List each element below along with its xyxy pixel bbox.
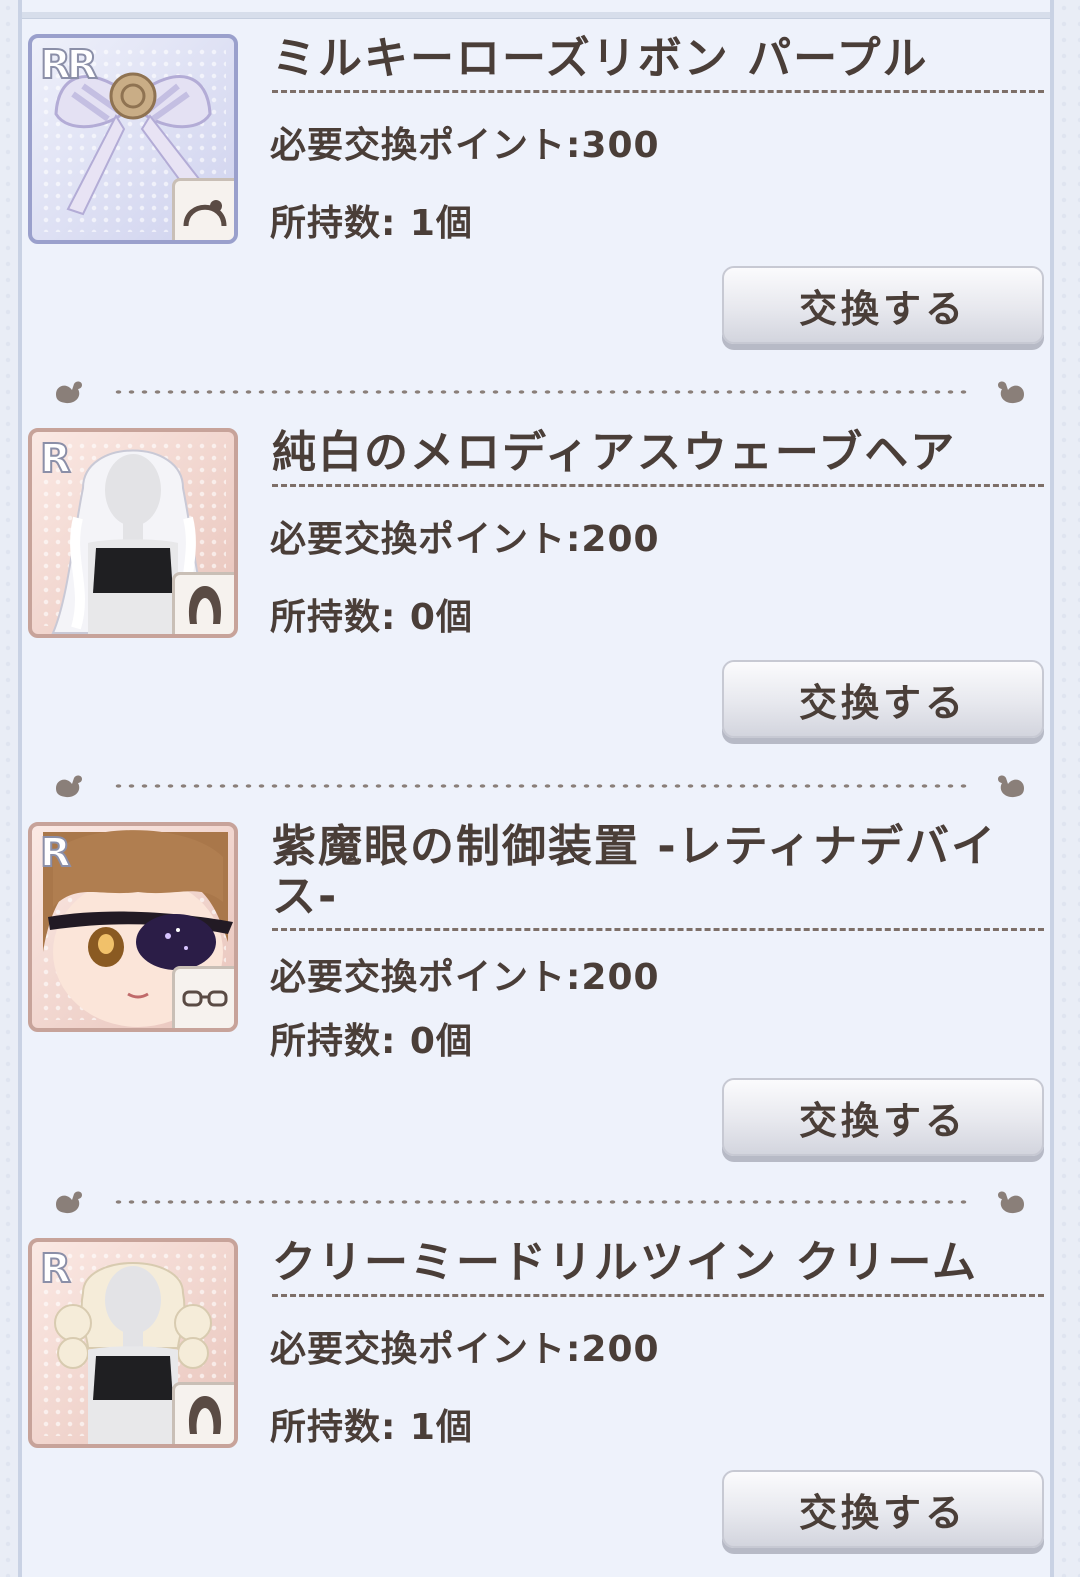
owned-count: 所持数: 0個	[270, 597, 473, 638]
exchange-list-panel: RR ミルキーローズリボン パープル 必要交換ポイント:300 所持数: 1個 …	[18, 0, 1054, 1577]
item-name: 純白のメロディアスウェーブヘア	[272, 428, 1044, 487]
required-points: 必要交換ポイント:200	[270, 1329, 660, 1370]
item-thumbnail[interactable]: RR	[28, 34, 238, 244]
item-thumbnail[interactable]: R	[28, 822, 238, 1032]
hair-icon	[172, 1382, 234, 1444]
item-name: クリーミードリルツイン クリーム	[272, 1238, 1044, 1297]
exchange-button[interactable]: 交換する	[722, 1470, 1044, 1548]
exchange-item: R クリーミードリルツイン クリーム 必要交換ポイント:200 所持数: 1個 …	[22, 1238, 1050, 1568]
owned-count: 所持数: 0個	[270, 1021, 473, 1062]
owned-count: 所持数: 1個	[270, 203, 473, 244]
item-divider	[52, 770, 1028, 800]
exchange-button[interactable]: 交換する	[722, 1078, 1044, 1156]
glasses-icon	[172, 966, 234, 1028]
item-thumbnail[interactable]: R	[28, 1238, 238, 1448]
rarity-badge: R	[39, 829, 72, 877]
duck-icon	[998, 381, 1024, 404]
duck-icon	[56, 1191, 82, 1214]
exchange-item: R 純白のメロディアスウェーブヘア 必要交換ポイント:200 所持数: 0個 交…	[22, 428, 1050, 758]
rarity-badge: RR	[39, 41, 99, 89]
duck-icon	[56, 381, 82, 404]
item-name: ミルキーローズリボン パープル	[272, 34, 1044, 93]
duck-icon	[998, 775, 1024, 798]
rarity-badge: R	[39, 1245, 72, 1293]
panel-top-border	[22, 12, 1050, 19]
duck-icon	[56, 775, 82, 798]
owned-count: 所持数: 1個	[270, 1407, 473, 1448]
item-thumbnail[interactable]: R	[28, 428, 238, 638]
exchange-item: RR ミルキーローズリボン パープル 必要交換ポイント:300 所持数: 1個 …	[22, 34, 1050, 364]
headband-icon	[172, 178, 234, 240]
exchange-button[interactable]: 交換する	[722, 660, 1044, 738]
required-points: 必要交換ポイント:300	[270, 125, 660, 166]
item-divider	[52, 376, 1028, 406]
required-points: 必要交換ポイント:200	[270, 519, 660, 560]
hair-icon	[172, 572, 234, 634]
item-divider	[52, 1186, 1028, 1216]
exchange-item: R 紫魔眼の制御装置 -レティナデバイス- 必要交換ポイント:200 所持数: …	[22, 822, 1050, 1156]
required-points: 必要交換ポイント:200	[270, 957, 660, 998]
item-name: 紫魔眼の制御装置 -レティナデバイス-	[272, 822, 1044, 931]
exchange-button[interactable]: 交換する	[722, 266, 1044, 344]
rarity-badge: R	[39, 435, 72, 483]
duck-icon	[998, 1191, 1024, 1214]
